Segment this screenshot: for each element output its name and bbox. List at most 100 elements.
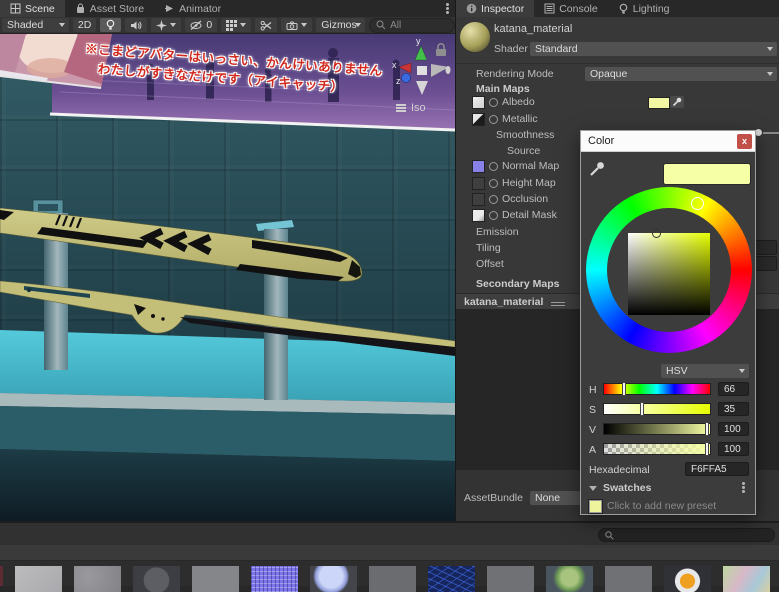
lighting-toggle[interactable] xyxy=(100,18,122,32)
asset-thumbnail[interactable] xyxy=(428,566,475,592)
hue-handle[interactable] xyxy=(691,197,704,210)
shader-dropdown[interactable]: Standard xyxy=(530,42,777,56)
smoothness-slider[interactable] xyxy=(754,127,779,139)
height-map-texture-slot[interactable] xyxy=(472,176,485,190)
occlusion-texture-slot[interactable] xyxy=(472,192,485,206)
asset-thumbnail[interactable] xyxy=(15,566,62,592)
grid-visibility-dropdown[interactable] xyxy=(221,18,252,32)
hidden-count: 0 xyxy=(206,19,213,31)
add-preset-hint[interactable]: Click to add new preset xyxy=(607,500,716,512)
value-value-field[interactable]: 100 xyxy=(718,422,749,436)
value-slider[interactable] xyxy=(603,422,711,436)
detail-mask-texture-slot[interactable] xyxy=(472,208,485,222)
object-picker-icon[interactable] xyxy=(489,161,498,171)
scene-menu-dots-icon[interactable] xyxy=(446,7,449,10)
effects-dropdown[interactable] xyxy=(151,18,182,32)
albedo-label: Albedo xyxy=(502,96,535,108)
chevron-down-icon xyxy=(170,23,177,27)
tab-asset-store[interactable]: Asset Store xyxy=(65,0,154,17)
saturation-slider-label: S xyxy=(589,404,597,416)
2d-toggle[interactable]: 2D xyxy=(72,18,97,32)
current-color-swatch[interactable] xyxy=(663,163,751,185)
asset-thumbnail[interactable] xyxy=(133,566,180,592)
asset-thumbnail[interactable] xyxy=(310,566,357,592)
info-circle-icon xyxy=(466,3,477,14)
color-mode-dropdown[interactable]: HSV xyxy=(661,364,749,378)
preview-title: katana_material xyxy=(464,296,544,308)
hexadecimal-field[interactable]: F6FFA5 xyxy=(685,462,749,476)
tab-inspector[interactable]: Inspector xyxy=(456,0,535,17)
audio-toggle[interactable] xyxy=(125,18,148,32)
saturation-value-field[interactable]: 35 xyxy=(718,402,749,416)
tab-animator-label: Animator xyxy=(179,2,222,15)
asset-thumbnail[interactable] xyxy=(251,566,298,592)
color-picker-titlebar[interactable]: Color xyxy=(581,131,755,152)
metallic-texture-slot[interactable] xyxy=(472,112,485,126)
saturation-slider[interactable] xyxy=(603,402,711,416)
tab-lighting[interactable]: Lighting xyxy=(608,0,680,17)
albedo-texture-slot[interactable] xyxy=(472,95,485,109)
asset-thumbnail[interactable] xyxy=(723,566,770,592)
asset-thumbnail-row xyxy=(15,566,770,592)
saturation-value-handle[interactable] xyxy=(652,229,661,238)
object-picker-icon[interactable] xyxy=(489,194,498,204)
asset-thumbnail-partial[interactable] xyxy=(0,566,3,586)
secondary-maps-label: Secondary Maps xyxy=(476,278,560,290)
tab-asset-store-label: Asset Store xyxy=(89,2,145,15)
color-picker-window: Color x HSV H 66 S 35 V 100 A 100 Hexade… xyxy=(580,130,756,515)
asset-thumbnail[interactable] xyxy=(664,566,711,592)
alpha-value-field[interactable]: 100 xyxy=(718,442,749,456)
asset-thumbnail[interactable] xyxy=(487,566,534,592)
scene-toolbar: Shaded 2D 0 Gizmos All xyxy=(0,17,455,34)
albedo-eyedropper-button[interactable] xyxy=(670,96,684,108)
drag-handle-icon[interactable] xyxy=(551,301,566,303)
hue-value-field[interactable]: 66 xyxy=(718,382,749,396)
inspector-tabbar: Inspector Console Lighting xyxy=(456,0,779,17)
object-picker-icon[interactable] xyxy=(489,210,498,220)
alpha-slider[interactable] xyxy=(603,442,711,456)
slider-handle[interactable] xyxy=(640,402,644,416)
rendering-mode-label: Rendering Mode xyxy=(476,68,554,80)
slider-handle[interactable] xyxy=(705,442,709,456)
slider-handle[interactable] xyxy=(705,422,709,436)
asset-thumbnail[interactable] xyxy=(605,566,652,592)
close-button[interactable]: x xyxy=(737,134,752,149)
camera-icon xyxy=(286,20,298,31)
source-label: Source xyxy=(507,145,541,157)
gizmos-dropdown[interactable]: Gizmos xyxy=(316,18,366,32)
object-picker-icon[interactable] xyxy=(489,114,498,124)
swatch-preset[interactable] xyxy=(588,499,603,514)
hue-slider[interactable] xyxy=(603,382,711,396)
slider-handle[interactable] xyxy=(622,382,626,396)
menu-lines-icon xyxy=(396,107,406,109)
shading-mode-dropdown[interactable]: Shaded xyxy=(2,18,69,32)
projection-toggle[interactable]: Iso xyxy=(396,102,426,114)
swatches-foldout[interactable]: Swatches xyxy=(589,482,651,494)
albedo-color-swatch[interactable] xyxy=(648,97,670,109)
tab-animator[interactable]: Animator xyxy=(154,0,231,17)
asset-thumbnail[interactable] xyxy=(74,566,121,592)
tab-scene[interactable]: Scene xyxy=(0,0,65,17)
asset-thumbnail[interactable] xyxy=(546,566,593,592)
swatches-menu-dots-icon[interactable] xyxy=(742,486,745,489)
hidden-objects-toggle[interactable]: 0 xyxy=(185,18,218,32)
tab-console[interactable]: Console xyxy=(534,0,608,17)
eye-off-icon xyxy=(190,20,203,31)
asset-thumbnail[interactable] xyxy=(369,566,416,592)
scene-viewport[interactable]: y x z ※こまどアバターはいっさい、かんけいありません わたしがすきなだけで… xyxy=(0,34,455,521)
normal-map-texture-slot[interactable] xyxy=(472,159,485,173)
object-picker-icon[interactable] xyxy=(489,97,498,107)
screen-eyedropper-button[interactable] xyxy=(589,161,605,177)
asset-thumbnail[interactable] xyxy=(192,566,239,592)
camera-dropdown[interactable] xyxy=(281,18,313,32)
project-search-input[interactable] xyxy=(598,528,775,542)
project-breadcrumb-bar[interactable] xyxy=(0,545,779,561)
scene-search-input[interactable]: All xyxy=(369,17,455,33)
search-icon xyxy=(605,530,614,540)
offset-label: Offset xyxy=(476,258,504,270)
saturation-value-box[interactable] xyxy=(628,233,710,315)
tools-button[interactable] xyxy=(255,18,278,32)
object-picker-icon[interactable] xyxy=(489,178,498,188)
chevron-down-icon xyxy=(767,47,773,51)
rendering-mode-dropdown[interactable]: Opaque xyxy=(585,67,777,81)
